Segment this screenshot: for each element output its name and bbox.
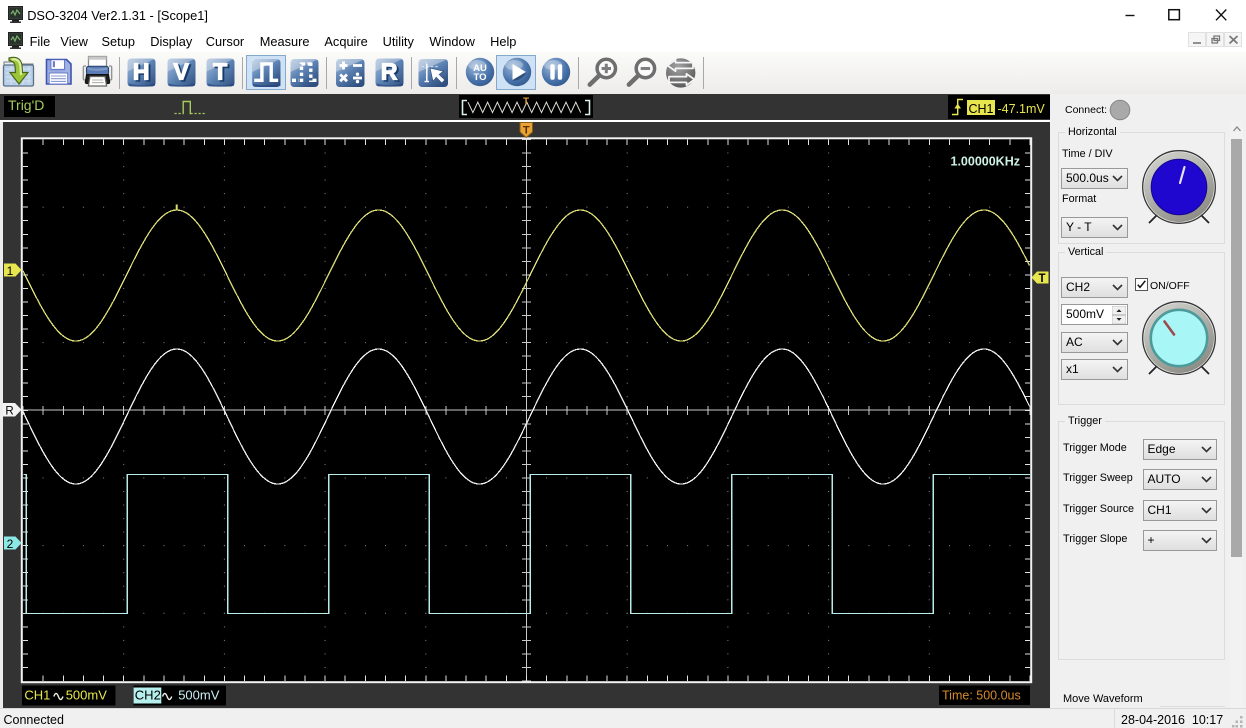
svg-text:T: T: [1038, 273, 1045, 285]
svg-text:T: T: [523, 97, 529, 108]
svg-text:CH1: CH1: [24, 687, 50, 702]
svg-text:TO: TO: [473, 72, 486, 83]
svg-text:1: 1: [7, 264, 14, 278]
svg-text:R: R: [5, 405, 13, 417]
svg-text:500mV: 500mV: [178, 687, 220, 702]
svg-text:T: T: [523, 125, 530, 137]
svg-text:500mV: 500mV: [66, 687, 108, 702]
svg-text:V: V: [174, 58, 190, 84]
svg-text:T: T: [213, 58, 227, 84]
svg-text:Time: 500.0us: Time: 500.0us: [942, 688, 1021, 702]
svg-text:R: R: [380, 58, 397, 84]
svg-text:1.00000KHz: 1.00000KHz: [951, 155, 1021, 169]
svg-text:2: 2: [7, 537, 14, 551]
svg-text:H: H: [133, 58, 150, 84]
svg-text:CH2: CH2: [135, 687, 161, 702]
